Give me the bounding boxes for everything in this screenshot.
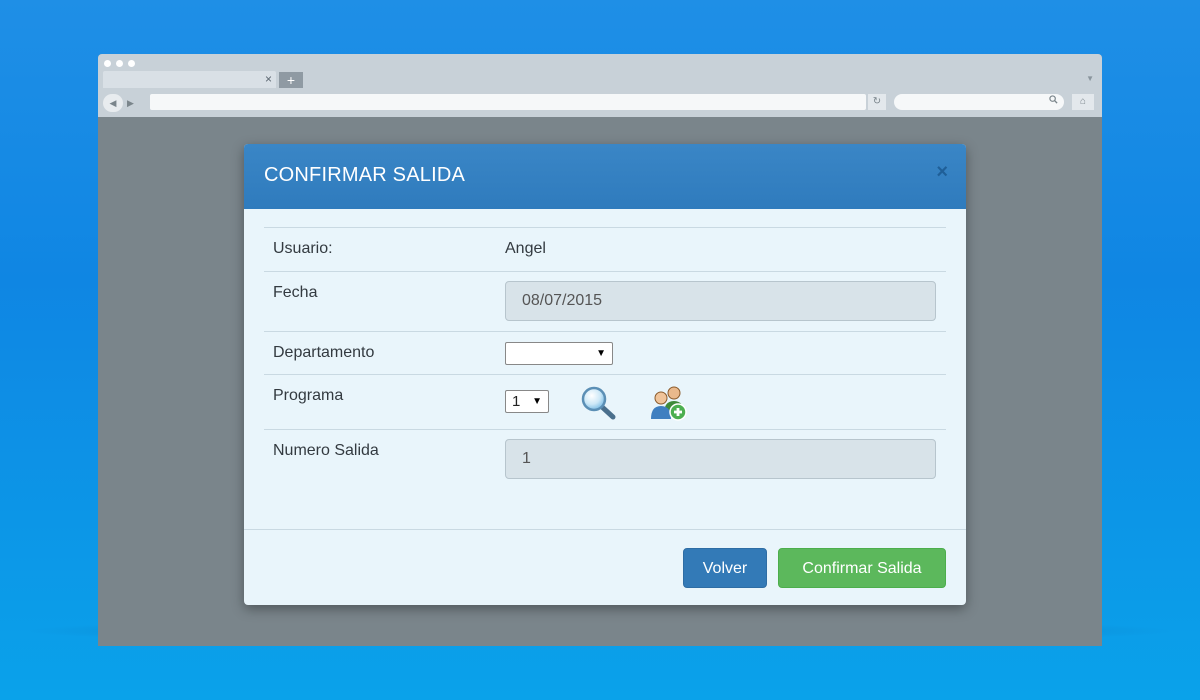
search-icon bbox=[1049, 94, 1058, 110]
close-window-dot[interactable] bbox=[104, 60, 111, 67]
add-user-icon bbox=[651, 386, 687, 421]
programa-select[interactable]: 1 ▼ bbox=[505, 390, 549, 413]
modal-title: CONFIRMAR SALIDA bbox=[264, 164, 466, 186]
row-programa: Programa 1 ▼ bbox=[264, 374, 946, 429]
programa-selected-value: 1 bbox=[512, 393, 521, 410]
modal-header: CONFIRMAR SALIDA × bbox=[244, 144, 966, 209]
add-user-button[interactable] bbox=[649, 384, 689, 422]
chevron-down-icon: ▼ bbox=[596, 348, 606, 359]
tab-menu-icon[interactable]: ▼ bbox=[1086, 74, 1094, 83]
chevron-down-icon: ▼ bbox=[532, 396, 542, 407]
usuario-value: Angel bbox=[505, 240, 546, 257]
browser-tab[interactable]: × bbox=[103, 71, 276, 88]
row-usuario: Usuario: Angel bbox=[264, 227, 946, 271]
usuario-label: Usuario: bbox=[273, 240, 333, 257]
forward-button[interactable]: ▶ bbox=[127, 94, 134, 112]
browser-chrome: × + ▼ ◀ ▶ ↻ ⌂ bbox=[98, 54, 1102, 117]
numero-salida-field[interactable]: 1 bbox=[505, 439, 936, 479]
maximize-window-dot[interactable] bbox=[128, 60, 135, 67]
home-button[interactable]: ⌂ bbox=[1072, 94, 1094, 110]
row-departamento: Departamento ▼ bbox=[264, 331, 946, 374]
minimize-window-dot[interactable] bbox=[116, 60, 123, 67]
numero-salida-label: Numero Salida bbox=[273, 442, 379, 459]
modal-footer: Volver Confirmar Salida bbox=[244, 529, 966, 605]
browser-search-input[interactable] bbox=[894, 94, 1064, 110]
new-tab-button[interactable]: + bbox=[279, 72, 303, 88]
programa-label: Programa bbox=[273, 387, 344, 404]
back-button[interactable]: Volver bbox=[683, 548, 767, 588]
back-button[interactable]: ◀ bbox=[103, 94, 123, 112]
window-controls bbox=[104, 60, 135, 67]
departamento-label: Departamento bbox=[273, 344, 375, 361]
search-icon bbox=[581, 386, 616, 420]
reload-button[interactable]: ↻ bbox=[868, 94, 886, 110]
row-numero-salida: Numero Salida 1 bbox=[264, 429, 946, 489]
row-fecha: Fecha 08/07/2015 bbox=[264, 271, 946, 331]
exit-form: Usuario: Angel Fecha 08/07/2015 Departam… bbox=[264, 227, 946, 489]
tab-close-icon[interactable]: × bbox=[265, 71, 272, 88]
confirm-exit-modal: CONFIRMAR SALIDA × Usuario: Angel Fecha … bbox=[244, 144, 966, 605]
fecha-field[interactable]: 08/07/2015 bbox=[505, 281, 936, 321]
fecha-label: Fecha bbox=[273, 284, 318, 301]
close-icon[interactable]: × bbox=[936, 161, 948, 184]
browser-toolbar: ◀ ▶ ↻ ⌂ bbox=[98, 92, 1102, 116]
address-bar[interactable] bbox=[150, 94, 866, 110]
confirm-exit-button[interactable]: Confirmar Salida bbox=[778, 548, 946, 588]
search-program-button[interactable] bbox=[579, 385, 619, 421]
departamento-select[interactable]: ▼ bbox=[505, 342, 613, 365]
browser-window: × + ▼ ◀ ▶ ↻ ⌂ CONFIRMAR SALIDA × Usuario… bbox=[98, 54, 1102, 646]
